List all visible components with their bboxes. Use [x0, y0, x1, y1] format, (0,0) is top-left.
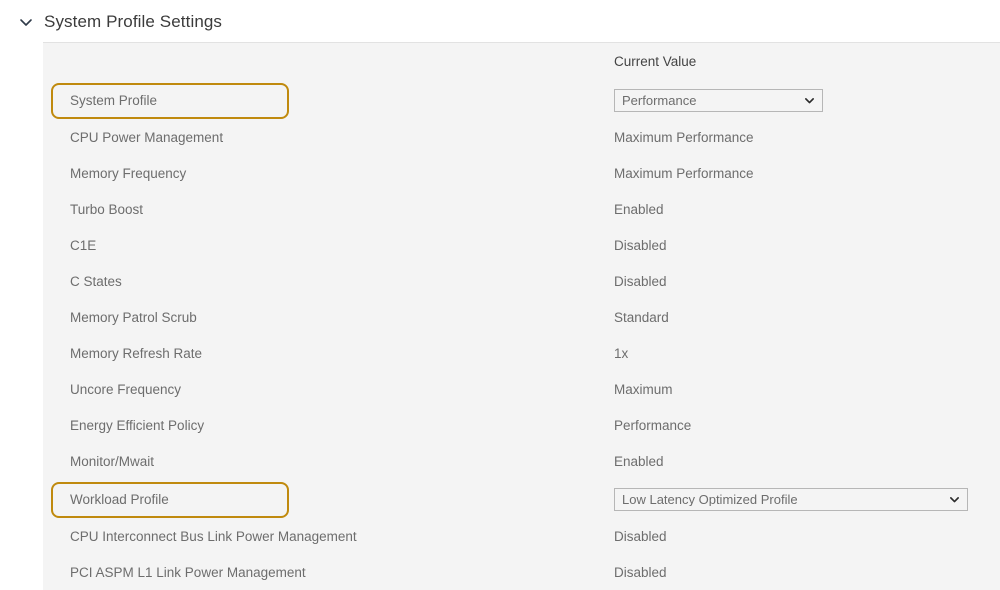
setting-label: Memory Frequency [70, 156, 186, 192]
table-row[interactable]: Uncore Frequency Maximum [43, 372, 1000, 408]
setting-label: C1E [70, 228, 96, 264]
workload-profile-select[interactable]: Low Latency Optimized Profile [614, 488, 968, 511]
setting-label: PCI ASPM L1 Link Power Management [70, 555, 306, 590]
page-title: System Profile Settings [44, 13, 222, 30]
table-row[interactable]: CPU Interconnect Bus Link Power Manageme… [43, 519, 1000, 555]
setting-value: Enabled [614, 444, 664, 480]
setting-label: Energy Efficient Policy [70, 408, 204, 444]
setting-value: Disabled [614, 228, 667, 264]
setting-value: Disabled [614, 555, 667, 590]
table-row[interactable]: System Profile Performance [43, 82, 1000, 118]
setting-label: CPU Interconnect Bus Link Power Manageme… [70, 519, 357, 555]
select-value: Low Latency Optimized Profile [622, 493, 942, 506]
table-row[interactable]: Memory Patrol Scrub Standard [43, 300, 1000, 336]
setting-label: Monitor/Mwait [70, 444, 154, 480]
chevron-down-icon[interactable] [948, 493, 961, 506]
settings-panel: Current Value System Profile Performance… [43, 42, 1000, 590]
table-row[interactable]: C1E Disabled [43, 228, 1000, 264]
table-row[interactable]: Turbo Boost Enabled [43, 192, 1000, 228]
table-row[interactable]: Workload Profile Low Latency Optimized P… [43, 481, 1000, 517]
setting-label: System Profile [70, 83, 157, 119]
chevron-down-icon[interactable] [803, 94, 816, 107]
setting-value: Performance [614, 408, 691, 444]
select-value: Performance [622, 94, 797, 107]
table-row[interactable]: C States Disabled [43, 264, 1000, 300]
section-header[interactable]: System Profile Settings [0, 0, 1000, 42]
system-profile-select[interactable]: Performance [614, 89, 823, 112]
setting-value: Standard [614, 300, 669, 336]
setting-label: Memory Patrol Scrub [70, 300, 197, 336]
setting-label: Memory Refresh Rate [70, 336, 202, 372]
setting-value: Maximum [614, 372, 673, 408]
table-row[interactable]: Energy Efficient Policy Performance [43, 408, 1000, 444]
setting-label: CPU Power Management [70, 120, 223, 156]
table-row[interactable]: Memory Frequency Maximum Performance [43, 156, 1000, 192]
setting-value: Maximum Performance [614, 156, 754, 192]
setting-value: Disabled [614, 264, 667, 300]
table-row[interactable]: CPU Power Management Maximum Performance [43, 120, 1000, 156]
setting-value: 1x [614, 336, 628, 372]
setting-value: Disabled [614, 519, 667, 555]
setting-value: Enabled [614, 192, 664, 228]
system-profile-settings-screen: System Profile Settings Current Value Sy… [0, 0, 1000, 590]
column-header-current-value: Current Value [614, 54, 696, 69]
chevron-down-icon[interactable] [18, 14, 34, 30]
setting-label: Turbo Boost [70, 192, 143, 228]
table-row[interactable]: Memory Refresh Rate 1x [43, 336, 1000, 372]
setting-label: Uncore Frequency [70, 372, 181, 408]
setting-label: Workload Profile [70, 482, 169, 518]
setting-label: C States [70, 264, 122, 300]
table-row[interactable]: PCI ASPM L1 Link Power Management Disabl… [43, 555, 1000, 590]
table-row[interactable]: Monitor/Mwait Enabled [43, 444, 1000, 480]
setting-value: Maximum Performance [614, 120, 754, 156]
